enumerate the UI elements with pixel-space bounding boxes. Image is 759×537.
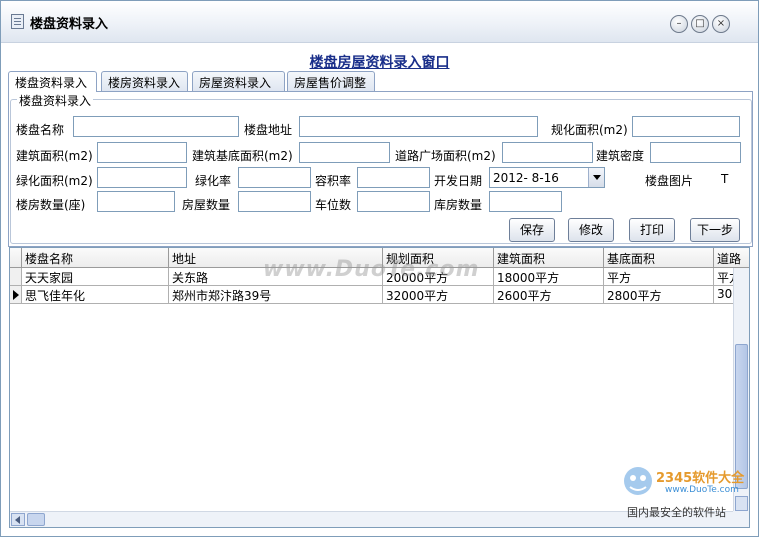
construction-area-label: 建筑面积(m2) <box>16 149 93 163</box>
minimize-button[interactable]: – <box>670 15 688 33</box>
save-button[interactable]: 保存 <box>509 218 555 242</box>
green-rate-input[interactable] <box>238 167 311 188</box>
tab-building-entry[interactable]: 楼盘资料录入 <box>8 71 97 92</box>
table-cell[interactable]: 思飞佳年化 <box>22 286 169 304</box>
table-cell[interactable]: 18000平方 <box>494 268 604 286</box>
table-cell[interactable]: 天天家园 <box>22 268 169 286</box>
column-header[interactable]: 道路 <box>714 248 749 268</box>
group-title: 楼盘资料录入 <box>17 92 94 109</box>
column-header[interactable]: 建筑面积 <box>494 248 604 268</box>
dev-date-picker[interactable]: 2012- 8-16 <box>489 167 605 188</box>
plot-ratio-label: 容积率 <box>315 174 352 188</box>
base-area-input[interactable] <box>299 142 390 163</box>
house-count-input[interactable] <box>238 191 311 212</box>
scroll-left-button[interactable] <box>11 513 25 526</box>
logo-url: www.DuoTe.com <box>665 485 739 495</box>
green-rate-label: 绿化率 <box>195 174 232 188</box>
planned-area-input[interactable] <box>632 116 740 137</box>
planned-area-label: 规化面积(m2) <box>551 123 628 137</box>
building-name-label: 楼盘名称 <box>16 123 65 137</box>
density-label: 建筑密度 <box>596 149 645 163</box>
table-cell[interactable]: 2600平方 <box>494 286 604 304</box>
building-address-input[interactable] <box>299 116 538 137</box>
print-button[interactable]: 打印 <box>629 218 675 242</box>
picture-label: 楼盘图片 <box>645 174 694 188</box>
green-area-input[interactable] <box>97 167 187 188</box>
window-title: 楼盘资料录入 <box>30 17 109 32</box>
table-cell[interactable]: 32000平方 <box>383 286 494 304</box>
house-count-label: 房屋数量 <box>182 198 231 212</box>
column-header[interactable]: 基底面积 <box>604 248 714 268</box>
row-selector-header <box>10 248 22 268</box>
building-name-input[interactable] <box>73 116 239 137</box>
storage-count-input[interactable] <box>489 191 562 212</box>
base-area-label: 建筑基底面积(m2) <box>192 149 293 163</box>
tab-price-adjust[interactable]: 房屋售价调整 <box>287 71 375 91</box>
plot-ratio-input[interactable] <box>357 167 430 188</box>
horizontal-scroll-thumb[interactable] <box>27 513 45 526</box>
logo-brand: 2345软件大全 <box>656 471 745 486</box>
table-cell[interactable]: 2800平方 <box>604 286 714 304</box>
building-count-input[interactable] <box>97 191 175 212</box>
road-area-input[interactable] <box>502 142 593 163</box>
tab-tower-entry[interactable]: 楼房资料录入 <box>101 71 188 91</box>
tab-house-entry[interactable]: 房屋资料录入 <box>192 71 285 91</box>
app-icon <box>11 14 24 29</box>
parking-input[interactable] <box>357 191 430 212</box>
chevron-down-icon[interactable] <box>588 168 604 187</box>
construction-area-input[interactable] <box>97 142 187 163</box>
storage-count-label: 库房数量 <box>434 198 483 212</box>
row-selector[interactable] <box>10 268 22 286</box>
row-selector[interactable] <box>10 286 22 304</box>
scrollbar-corner <box>733 511 749 527</box>
road-area-label: 道路广场面积(m2) <box>395 149 496 163</box>
title-bar: 楼盘资料录入 – □ × <box>1 1 758 43</box>
column-header[interactable]: 楼盘名称 <box>22 248 169 268</box>
dev-date-label: 开发日期 <box>434 174 483 188</box>
dev-date-value: 2012- 8-16 <box>493 171 559 185</box>
maximize-button[interactable]: □ <box>691 15 709 33</box>
logo-slogan: 国内最安全的软件站 <box>627 506 726 519</box>
picture-value: T <box>721 172 729 186</box>
next-step-button[interactable]: 下一步 <box>690 218 740 242</box>
building-count-label: 楼房数量(座) <box>16 198 86 212</box>
building-address-label: 楼盘地址 <box>244 123 293 137</box>
page-title: 楼盘房屋资料录入窗口 <box>309 55 450 71</box>
watermark-text: www.DuoTe.com <box>263 257 480 282</box>
current-row-icon <box>13 290 19 300</box>
green-area-label: 绿化面积(m2) <box>16 174 93 188</box>
close-button[interactable]: × <box>712 15 730 33</box>
table-cell[interactable]: 平方 <box>604 268 714 286</box>
modify-button[interactable]: 修改 <box>568 218 614 242</box>
table-cell[interactable]: 郑州市郑汴路39号 <box>169 286 383 304</box>
density-input[interactable] <box>650 142 741 163</box>
parking-label: 车位数 <box>315 198 352 212</box>
main-window: 楼盘资料录入 – □ × 楼盘房屋资料录入窗口 楼盘资料录入 楼房资料录入 房屋… <box>0 0 759 537</box>
